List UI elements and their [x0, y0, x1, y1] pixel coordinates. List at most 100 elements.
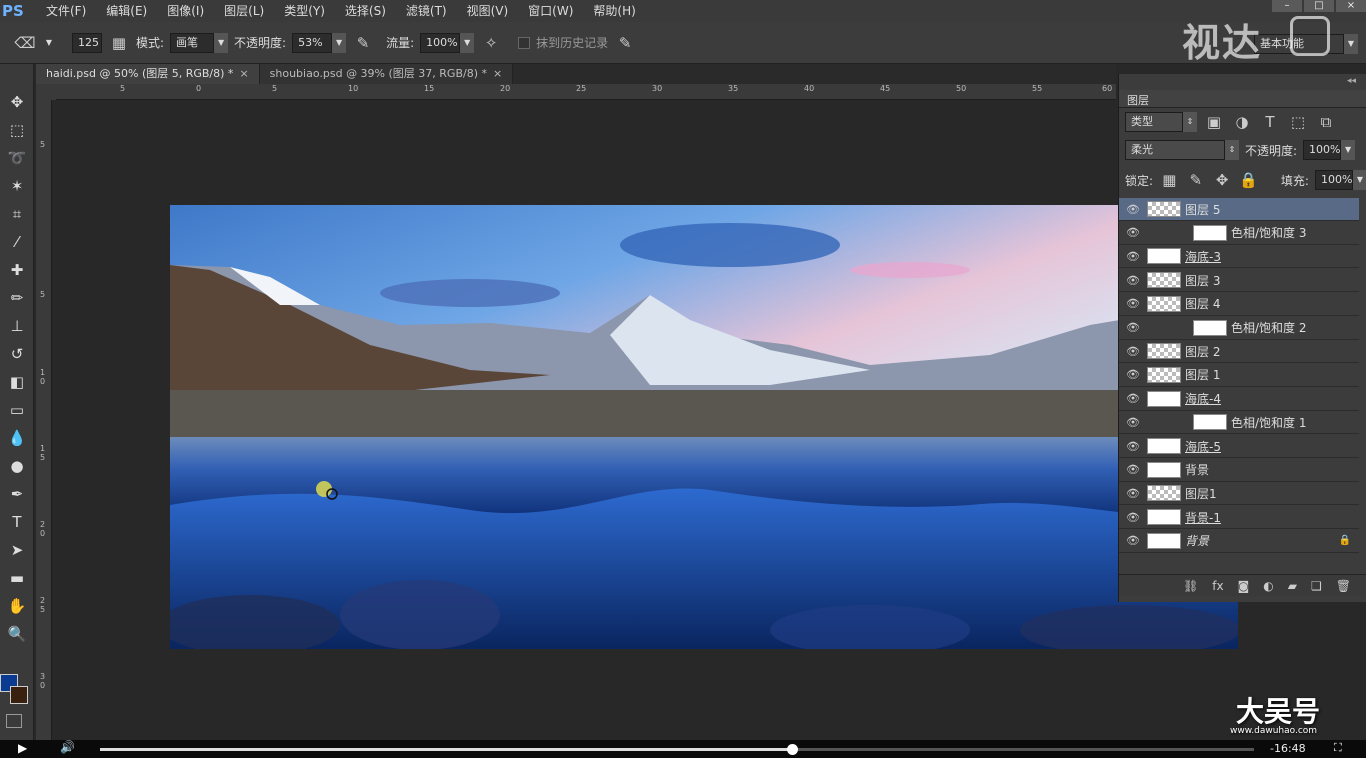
stamp-tool-icon[interactable]: ⊥: [0, 312, 34, 340]
history-brush-icon[interactable]: ↺: [0, 340, 34, 368]
layer-opacity-field[interactable]: 100% ▼: [1303, 140, 1356, 160]
smart-object-filter-icon[interactable]: ⧉: [1315, 111, 1337, 133]
layer-row[interactable]: 👁 背景 🔒: [1119, 530, 1359, 553]
marquee-tool-icon[interactable]: ⬚: [0, 116, 34, 144]
eye-icon[interactable]: 👁: [1119, 226, 1147, 239]
eye-icon[interactable]: 👁: [1119, 440, 1147, 453]
menu-window[interactable]: 窗口(W): [518, 0, 583, 22]
menu-help[interactable]: 帮助(H): [583, 0, 645, 22]
vertical-ruler[interactable]: 5 5 1 0 1 5 2 0 2 5 3 0: [36, 100, 52, 740]
new-layer-icon[interactable]: ❏: [1311, 579, 1322, 593]
layer-row[interactable]: 👁 图层 1: [1119, 364, 1359, 387]
zoom-tool-icon[interactable]: 🔍: [0, 620, 34, 648]
play-icon[interactable]: ▶: [18, 741, 27, 755]
adjustment-layer-icon[interactable]: ◐: [1263, 579, 1273, 593]
lock-paint-icon[interactable]: ✎: [1186, 169, 1206, 191]
pressure-size-icon[interactable]: ✎: [614, 32, 636, 54]
eye-icon[interactable]: 👁: [1119, 511, 1147, 524]
layer-row[interactable]: 👁 色相/饱和度 1: [1119, 411, 1359, 435]
history-checkbox[interactable]: [518, 36, 531, 49]
flow-field[interactable]: 100% ▼: [420, 32, 475, 53]
type-tool-icon[interactable]: T: [0, 508, 34, 536]
healing-brush-icon[interactable]: ✚: [0, 256, 34, 284]
eraser-tool-icon[interactable]: ◧: [0, 368, 34, 396]
layer-row[interactable]: 👁 海底-4: [1119, 388, 1359, 411]
gradient-tool-icon[interactable]: ▭: [0, 396, 34, 424]
menu-edit[interactable]: 编辑(E): [96, 0, 157, 22]
dodge-tool-icon[interactable]: ●: [0, 452, 34, 480]
lock-all-icon[interactable]: 🔒: [1238, 169, 1258, 191]
document-canvas[interactable]: [170, 205, 1238, 649]
blend-mode-select[interactable]: 柔光 ⇕: [1125, 140, 1239, 160]
shape-filter-icon[interactable]: ⬚: [1287, 111, 1309, 133]
eye-icon[interactable]: 👁: [1119, 297, 1147, 310]
collapse-panel-icon[interactable]: ◂◂: [1347, 76, 1356, 86]
background-color-swatch[interactable]: [10, 686, 28, 704]
hand-tool-icon[interactable]: ✋: [0, 592, 34, 620]
blur-tool-icon[interactable]: 💧: [0, 424, 34, 452]
path-select-icon[interactable]: ➤: [0, 536, 34, 564]
layer-row[interactable]: 👁 背景: [1119, 459, 1359, 482]
brush-tool-icon[interactable]: ✏: [0, 284, 34, 312]
menu-type[interactable]: 类型(Y): [274, 0, 335, 22]
add-mask-icon[interactable]: ◙: [1238, 579, 1250, 593]
eye-icon[interactable]: 👁: [1119, 203, 1147, 216]
fx-icon[interactable]: fx: [1212, 579, 1223, 593]
eraser-icon[interactable]: ⌫: [14, 32, 36, 54]
magic-wand-icon[interactable]: ✶: [0, 172, 34, 200]
opacity-field[interactable]: 53% ▼: [292, 32, 347, 53]
trash-icon[interactable]: 🗑: [1336, 579, 1351, 593]
maximize-icon[interactable]: □: [1304, 0, 1334, 12]
layer-row[interactable]: 👁 图层 5: [1119, 198, 1359, 221]
eye-icon[interactable]: 👁: [1119, 463, 1147, 476]
airbrush-icon[interactable]: ✧: [480, 32, 502, 54]
brush-panel-icon[interactable]: ▦: [108, 32, 130, 54]
tab-shoubiao[interactable]: shoubiao.psd @ 39% (图层 37, RGB/8) * ×: [259, 64, 514, 84]
eye-icon[interactable]: 👁: [1119, 534, 1147, 547]
filter-type-select[interactable]: 类型 ⇕: [1125, 112, 1197, 132]
move-tool-icon[interactable]: ✥: [0, 88, 34, 116]
menu-file[interactable]: 文件(F): [36, 0, 96, 22]
adjustment-filter-icon[interactable]: ◑: [1231, 111, 1253, 133]
crop-tool-icon[interactable]: ⌗: [0, 200, 34, 228]
pressure-opacity-icon[interactable]: ✎: [352, 32, 374, 54]
eye-icon[interactable]: 👁: [1119, 392, 1147, 405]
fullscreen-icon[interactable]: ⛶: [1334, 741, 1342, 755]
eye-icon[interactable]: 👁: [1119, 274, 1147, 287]
layer-row[interactable]: 👁 色相/饱和度 2: [1119, 317, 1359, 340]
eye-icon[interactable]: 👁: [1119, 321, 1147, 334]
close-icon[interactable]: ×: [493, 67, 502, 80]
eye-icon[interactable]: 👁: [1119, 250, 1147, 263]
shape-tool-icon[interactable]: ▬: [0, 564, 34, 592]
eye-icon[interactable]: 👁: [1119, 345, 1147, 358]
tab-haidi[interactable]: haidi.psd @ 50% (图层 5, RGB/8) * ×: [36, 64, 260, 84]
layer-row[interactable]: 👁 海底-5: [1119, 435, 1359, 458]
eye-icon[interactable]: 👁: [1119, 368, 1147, 381]
lock-pixels-icon[interactable]: ▦: [1159, 169, 1179, 191]
volume-icon[interactable]: 🔊: [60, 740, 75, 754]
layer-row[interactable]: 👁 海底-3: [1119, 245, 1359, 269]
layer-row[interactable]: 👁 图层 3: [1119, 269, 1359, 293]
pen-tool-icon[interactable]: ✒: [0, 480, 34, 508]
mode-select[interactable]: 画笔 ▼: [170, 32, 229, 53]
new-group-icon[interactable]: ▰: [1288, 579, 1297, 593]
link-layers-icon[interactable]: ⛓: [1183, 579, 1198, 593]
layer-row[interactable]: 👁 色相/饱和度 3: [1119, 222, 1359, 245]
layer-row[interactable]: 👁 图层 2: [1119, 340, 1359, 364]
panel-tab-layers[interactable]: 图层: [1119, 90, 1366, 108]
eye-icon[interactable]: 👁: [1119, 416, 1147, 429]
minimize-icon[interactable]: –: [1272, 0, 1302, 12]
layer-row[interactable]: 👁 图层1: [1119, 482, 1359, 506]
quick-mask-icon[interactable]: [6, 714, 22, 728]
layer-row[interactable]: 👁 图层 4: [1119, 293, 1359, 316]
horizontal-ruler[interactable]: 5 0 5 10 15 20 25 30 35 40 45 50 55 60: [56, 84, 1116, 100]
type-filter-icon[interactable]: T: [1259, 111, 1281, 133]
menu-filter[interactable]: 滤镜(T): [396, 0, 457, 22]
image-filter-icon[interactable]: ▣: [1203, 111, 1225, 133]
layer-row[interactable]: 👁 背景-1: [1119, 506, 1359, 530]
eyedropper-icon[interactable]: ⁄: [0, 228, 34, 256]
menu-view[interactable]: 视图(V): [457, 0, 519, 22]
close-icon[interactable]: ×: [239, 67, 248, 80]
menu-select[interactable]: 选择(S): [335, 0, 396, 22]
brush-size-picker[interactable]: 125: [72, 32, 102, 53]
